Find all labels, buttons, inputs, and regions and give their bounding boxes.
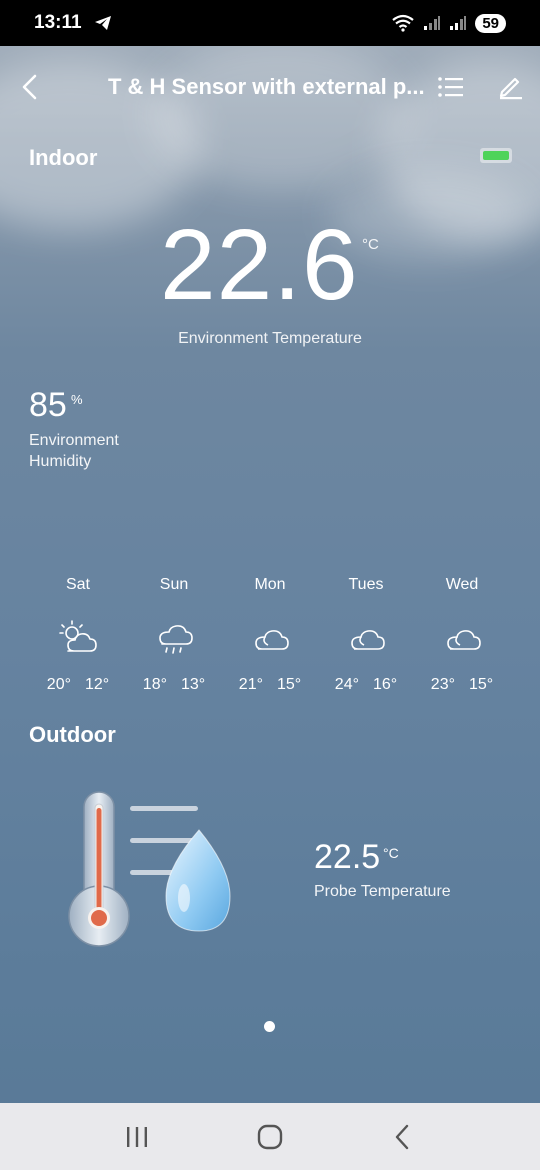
forecast-low: 15° xyxy=(277,676,302,693)
environment-temperature-label: Environment Temperature xyxy=(178,330,362,347)
probe-temperature-unit: °C xyxy=(383,845,399,861)
probe-temperature-label: Probe Temperature xyxy=(314,883,451,900)
forecast-high: 20° xyxy=(46,676,71,693)
forecast-high: 18° xyxy=(142,676,167,693)
outdoor-section-title: Outdoor xyxy=(29,722,116,747)
wifi-icon xyxy=(392,14,414,32)
partly-cloudy-icon xyxy=(59,620,97,652)
signal-icon xyxy=(424,16,441,30)
humidity-unit: % xyxy=(71,392,83,407)
forecast-day-name: Wed xyxy=(445,576,479,593)
page-indicator-dot xyxy=(264,1021,275,1032)
back-icon[interactable] xyxy=(16,72,46,102)
forecast-day-name: Sun xyxy=(159,576,189,593)
forecast-day-name: Tues xyxy=(348,576,384,593)
cloud-icon xyxy=(351,630,385,650)
cloud-icon xyxy=(255,630,289,650)
recent-apps-button[interactable] xyxy=(117,1117,157,1157)
weather-forecast: Sat 20° 12° Sun 18° 13° Mon 21° 15° Tues… xyxy=(30,576,510,694)
back-nav-icon xyxy=(396,1124,409,1149)
system-navigation-bar xyxy=(0,1103,540,1170)
background-cloud xyxy=(330,170,530,260)
temperature-unit: °C xyxy=(362,236,379,253)
app-screen: 13:11 59 T & H Sensor with external p...… xyxy=(0,0,540,1170)
forecast-low: 12° xyxy=(85,676,110,693)
back-nav-button[interactable] xyxy=(383,1117,423,1157)
forecast-low: 13° xyxy=(181,676,206,693)
status-bar: 13:11 59 xyxy=(0,0,540,46)
recent-apps-icon xyxy=(126,1126,147,1147)
forecast-low: 16° xyxy=(373,676,398,693)
forecast-day: Mon 21° 15° xyxy=(222,576,318,694)
forecast-day: Sat 20° 12° xyxy=(30,576,126,694)
humidity-label: Environment Humidity xyxy=(29,432,119,470)
forecast-day: Sun 18° 13° xyxy=(126,576,222,694)
forecast-day-name: Mon xyxy=(254,576,286,593)
forecast-high: 24° xyxy=(334,676,359,693)
battery-fill xyxy=(483,151,509,160)
forecast-day: Wed 23° 15° xyxy=(414,576,510,694)
status-time: 13:11 xyxy=(34,12,82,33)
rain-cloud-icon xyxy=(159,625,193,654)
home-icon xyxy=(257,1124,283,1149)
forecast-day: Tues 24° 16° xyxy=(318,576,414,694)
signal-icon xyxy=(450,16,467,30)
forecast-high: 21° xyxy=(238,676,263,693)
list-menu-icon[interactable] xyxy=(437,74,465,100)
indoor-section-title: Indoor xyxy=(29,145,98,170)
app-header: T & H Sensor with external p... xyxy=(0,60,540,114)
cloud-icon xyxy=(447,630,481,650)
thermometer-humidity-illustration xyxy=(68,791,231,947)
forecast-high: 23° xyxy=(430,676,455,693)
probe-temperature-value: 22.5 xyxy=(314,838,381,876)
humidity-value: 85 xyxy=(29,386,67,424)
environment-temperature-value: 22.6 xyxy=(160,209,359,321)
telegram-icon xyxy=(94,16,111,30)
device-battery-icon xyxy=(480,148,512,163)
forecast-day-name: Sat xyxy=(65,576,90,593)
forecast-low: 15° xyxy=(469,676,494,693)
home-button[interactable] xyxy=(250,1117,290,1157)
battery-level: 59 xyxy=(475,13,506,33)
edit-icon[interactable] xyxy=(497,72,525,100)
page-title: T & H Sensor with external p... xyxy=(108,74,425,99)
